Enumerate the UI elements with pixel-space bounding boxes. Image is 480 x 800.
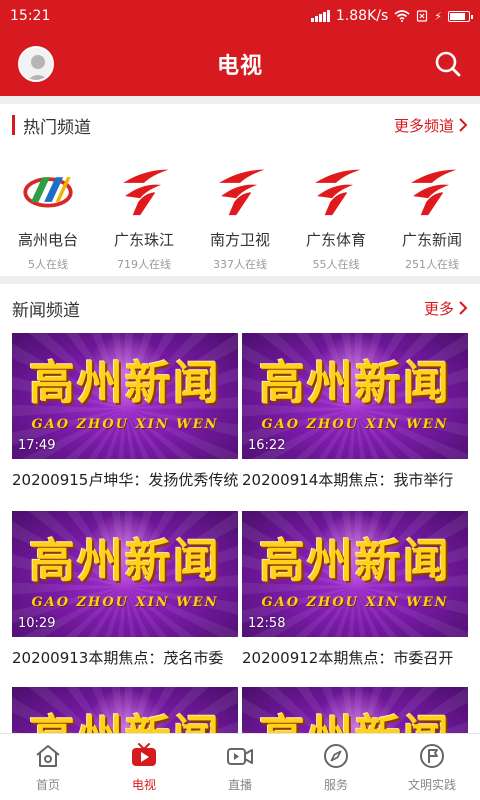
guangdong-tv-logo-icon bbox=[219, 169, 265, 216]
news-channel-title: 新闻频道 bbox=[12, 300, 80, 321]
video-thumbnail: 高州新闻 GAO ZHOU XIN WEN 10:29 bbox=[12, 511, 238, 637]
guangdong-tv-logo-icon bbox=[411, 169, 457, 216]
video-title: 20200914本期焦点：我市举行 bbox=[242, 471, 454, 489]
video-thumbnail: 高州新闻 GAO ZHOU XIN WEN 12:58 bbox=[242, 511, 468, 637]
guangdong-tv-logo-icon bbox=[123, 169, 169, 216]
channel-viewers: 251人在线 bbox=[405, 258, 459, 271]
video-card[interactable]: 高州新闻 GAO ZHOU XIN WEN 12:58 20200912本期焦点… bbox=[242, 511, 468, 668]
user-avatar[interactable] bbox=[18, 46, 54, 82]
video-duration: 10:29 bbox=[18, 616, 56, 631]
channel-viewers: 719人在线 bbox=[117, 258, 171, 271]
gaozhou-logo-icon bbox=[23, 177, 73, 208]
status-indicators: 1.88K/s ⚡ bbox=[310, 8, 473, 24]
signal-icon bbox=[310, 10, 330, 22]
nav-service[interactable]: 服务 bbox=[288, 734, 384, 800]
channel-name: 广东珠江 bbox=[113, 231, 174, 249]
app-header: 15:21 1.88K/s ⚡ 电视 bbox=[0, 0, 480, 96]
channel-name: 南方卫视 bbox=[209, 231, 270, 249]
thumbnail-title: 高州新闻 bbox=[259, 534, 451, 588]
nav-tv-label: 电视 bbox=[131, 778, 156, 792]
battery-icon bbox=[448, 10, 473, 22]
flag-circle-icon bbox=[420, 744, 444, 768]
wifi-icon bbox=[394, 10, 410, 22]
channel-name: 高州电台 bbox=[17, 231, 78, 249]
battery-level bbox=[450, 12, 465, 20]
hot-channels-list: 高州电台 5人在线 广东珠江 719人在线 南方卫视 337人在线 广东体育 5… bbox=[0, 160, 480, 272]
hot-channels-header: 热门频道 更多频道 bbox=[0, 104, 480, 146]
home-icon bbox=[36, 745, 60, 767]
thumbnail-title: 高州新闻 bbox=[259, 356, 451, 410]
thumbnail-subtitle: GAO ZHOU XIN WEN bbox=[261, 417, 449, 432]
nav-live-label: 直播 bbox=[227, 778, 252, 792]
video-card[interactable]: 高州新闻 GAO ZHOU XIN WEN 16:22 20200914本期焦点… bbox=[242, 333, 468, 490]
thumbnail-subtitle: GAO ZHOU XIN WEN bbox=[31, 417, 219, 432]
news-channel-header: 新闻频道 更多 bbox=[0, 287, 480, 329]
channel-tiyu[interactable]: 广东体育 55人在线 bbox=[288, 160, 384, 272]
video-card[interactable]: 高州新闻 GAO ZHOU XIN WEN 10:29 20200913本期焦点… bbox=[12, 511, 238, 668]
status-bar: 15:21 1.88K/s ⚡ bbox=[0, 0, 480, 32]
video-duration: 16:22 bbox=[248, 438, 286, 453]
more-channels-label: 更多频道 bbox=[393, 116, 454, 135]
nav-home-label: 首页 bbox=[35, 778, 60, 792]
nav-civilization-label: 文明实践 bbox=[407, 778, 456, 792]
video-title: 20200913本期焦点：茂名市委 bbox=[12, 649, 224, 667]
separator bbox=[0, 276, 480, 284]
no-sim-icon bbox=[417, 10, 428, 22]
channel-viewers: 55人在线 bbox=[312, 258, 360, 271]
more-news-label: 更多 bbox=[423, 299, 454, 318]
channel-viewers: 337人在线 bbox=[213, 258, 267, 271]
nav-service-label: 服务 bbox=[323, 778, 348, 792]
video-title: 20200912本期焦点：市委召开 bbox=[242, 649, 454, 667]
video-thumbnail: 高州新闻 GAO ZHOU XIN WEN 17:49 bbox=[12, 333, 238, 459]
channel-name: 广东体育 bbox=[305, 231, 366, 249]
channel-zhujiang[interactable]: 广东珠江 719人在线 bbox=[96, 160, 192, 272]
video-duration: 12:58 bbox=[248, 616, 286, 631]
nav-civilization[interactable]: 文明实践 bbox=[384, 734, 480, 800]
video-title: 20200915卢坤华：发扬优秀传统 bbox=[12, 471, 238, 489]
nav-tv[interactable]: 电视 bbox=[96, 734, 192, 800]
page-title: 电视 bbox=[216, 54, 263, 79]
channel-viewers: 5人在线 bbox=[28, 258, 68, 271]
bottom-nav: 首页 电视 直播 服务 文明实践 bbox=[0, 733, 480, 800]
guangdong-tv-logo-icon bbox=[315, 169, 361, 216]
status-time: 15:21 bbox=[10, 8, 51, 24]
channel-nanfang[interactable]: 南方卫视 337人在线 bbox=[192, 160, 288, 272]
video-camera-icon bbox=[227, 748, 253, 765]
thumbnail-subtitle: GAO ZHOU XIN WEN bbox=[31, 595, 219, 610]
video-duration: 17:49 bbox=[18, 438, 56, 453]
more-channels-link[interactable]: 更多频道 bbox=[394, 115, 468, 136]
tv-play-icon bbox=[132, 743, 156, 766]
chevron-right-icon bbox=[459, 118, 468, 132]
channel-xinwen[interactable]: 广东新闻 251人在线 bbox=[384, 160, 480, 272]
nav-live[interactable]: 直播 bbox=[192, 734, 288, 800]
thumbnail-title: 高州新闻 bbox=[29, 356, 221, 410]
thumbnail-title: 高州新闻 bbox=[29, 534, 221, 588]
channel-gaozhou[interactable]: 高州电台 5人在线 bbox=[0, 160, 96, 272]
charging-icon: ⚡ bbox=[434, 9, 442, 23]
separator bbox=[0, 96, 480, 104]
compass-icon bbox=[324, 744, 348, 768]
nav-home[interactable]: 首页 bbox=[0, 734, 96, 800]
channel-name: 广东新闻 bbox=[401, 231, 462, 249]
video-card[interactable]: 高州新闻 GAO ZHOU XIN WEN 17:49 20200915卢坤华：… bbox=[12, 333, 238, 490]
hot-channels-title: 热门频道 bbox=[23, 117, 91, 138]
thumbnail-subtitle: GAO ZHOU XIN WEN bbox=[261, 595, 449, 610]
network-speed: 1.88K/s bbox=[335, 8, 389, 24]
section-accent-bar bbox=[12, 115, 15, 135]
search-icon[interactable] bbox=[432, 48, 464, 80]
title-bar: 电视 bbox=[0, 32, 480, 96]
video-thumbnail: 高州新闻 GAO ZHOU XIN WEN 16:22 bbox=[242, 333, 468, 459]
user-avatar-icon bbox=[27, 55, 49, 80]
more-news-link[interactable]: 更多 bbox=[424, 298, 468, 319]
chevron-right-icon bbox=[459, 301, 468, 315]
